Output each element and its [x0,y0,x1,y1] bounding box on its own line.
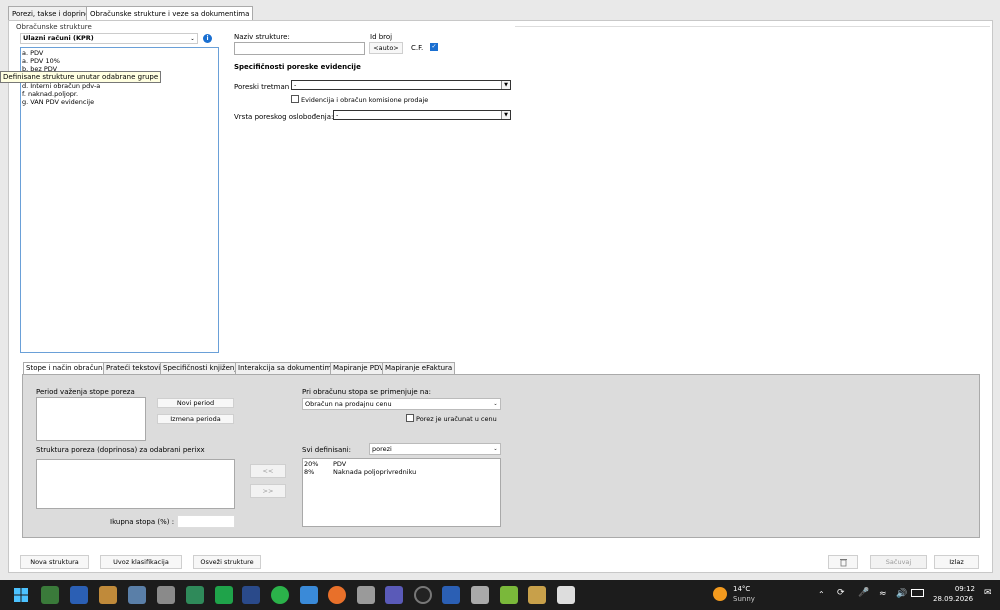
rate-value: 20% [304,460,319,468]
move-right-button[interactable]: >> [250,484,286,498]
app-icon[interactable] [41,586,59,604]
wifi-icon[interactable]: ≈ [879,589,887,599]
name-input[interactable] [234,42,365,55]
uracunat-checkbox[interactable] [406,414,414,422]
sun-icon [713,587,727,601]
section-title: Specifičnosti poreske evidencije [234,63,361,71]
chevron-down-icon: ⌄ [491,444,500,454]
group-selector-value: Ulazni računi (KPR) [23,34,94,42]
app-icon[interactable] [242,586,260,604]
ukupna-stopa-field [177,515,235,528]
komisione-checkbox[interactable] [291,95,299,103]
group-selector[interactable]: Ulazni računi (KPR) ⌄ [20,33,198,44]
group-label: Obračunske strukture [16,23,92,31]
clock-time: 09:12 [954,585,975,593]
tab-mapiranje-efaktura[interactable]: Mapiranje eFaktura [382,362,456,374]
clock-date: 28.09.2026 [933,595,974,603]
app-icon[interactable] [157,586,175,604]
primenjuje-value: Obračun na prodajnu cenu [305,400,392,408]
app-icon[interactable] [471,586,489,604]
period-list[interactable] [36,397,146,441]
izmena-perioda-button[interactable]: Izmena perioda [157,414,234,424]
app-icon[interactable] [528,586,546,604]
tooltip: Definisane strukture unutar odabrane gru… [0,71,162,83]
novi-period-button[interactable]: Novi period [157,398,234,408]
save-app-icon[interactable] [70,586,88,604]
osvezi-strukture-button[interactable]: Osveži strukture [193,555,261,569]
chevron-down-icon: ⌄ [188,34,197,43]
app-icon[interactable] [557,586,575,604]
svi-definisani-select[interactable]: porezi ⌄ [369,443,501,455]
auto-id-button[interactable]: <auto> [369,42,403,54]
tab-stope[interactable]: Stope i način obračuna [23,362,110,374]
chat-app-icon[interactable] [271,586,289,604]
izlaz-button[interactable]: Izlaz [934,555,979,569]
trash-icon [839,559,847,567]
tab-prateci-tekstovi[interactable]: Prateći tekstovi [103,362,164,374]
rate-name: Naknada poljoprivredniku [333,468,417,476]
weather-text: Sunny [733,595,755,603]
oslobodjenje-select[interactable]: - ▼ [333,110,511,120]
list-item[interactable]: a. PDV [22,49,43,57]
uvoz-klasifikacija-button[interactable]: Uvoz klasifikacija [100,555,182,569]
tab-obracunske-strukture[interactable]: Obračunske strukture i veze sa dokumenti… [86,6,254,21]
cf-checkbox[interactable]: ✓ [430,43,438,51]
sync-icon[interactable]: ⟳ [837,588,845,598]
uracunat-label: Porez je uračunat u cenu [416,415,497,423]
period-label: Period važenja stope poreza [36,388,135,396]
name-label: Naziv strukture: [234,33,290,41]
info-icon[interactable]: i [203,34,212,43]
tools-icon[interactable] [357,586,375,604]
dropdown-arrow-icon: ▼ [501,111,510,119]
app-icon[interactable] [128,586,146,604]
primenjuje-label: Pri obračunu stopa se primenjuje na: [302,388,432,396]
list-item[interactable]: f. naknad.poljopr. [22,90,78,98]
oslobodjenje-value: - [336,111,339,119]
list-item[interactable]: a. PDV 10% [22,57,60,65]
nova-struktura-button[interactable]: Nova struktura [20,555,89,569]
id-label: Id broj [370,33,393,41]
rate-value: 8% [304,468,315,476]
app-icon[interactable] [186,586,204,604]
windows-start-icon[interactable] [14,588,28,602]
app-icon[interactable] [414,586,432,604]
sacuvaj-button[interactable]: Sačuvaj [870,555,927,569]
app-icon[interactable] [442,586,460,604]
dropdown-arrow-icon: ▼ [501,81,510,89]
tretman-select[interactable]: - ▼ [291,80,511,90]
battery-icon[interactable] [911,589,924,597]
struktura-label: Struktura poreza (doprinosa) za odabrani… [36,446,205,454]
temperature: 14°C [733,585,751,593]
app-icon[interactable] [99,586,117,604]
tab-specificnosti-knjizenja[interactable]: Specifičnosti knjiženja [160,362,244,374]
tretman-value: - [294,81,297,89]
svi-definisani-value: porezi [372,445,392,453]
svi-definisani-label: Svi definisani: [302,446,351,454]
app-icon[interactable] [500,586,518,604]
app-icon[interactable] [215,586,233,604]
tab-interakcija[interactable]: Interakcija sa dokumentima [235,362,339,374]
mic-icon[interactable]: 🎤 [858,588,869,598]
ukupna-stopa-label: Ikupna stopa (%) : [110,518,175,526]
chevron-up-icon[interactable]: ⌃ [818,590,825,599]
divider [515,26,990,27]
bell-icon[interactable]: ✉ [984,588,992,598]
rate-name: PDV [333,460,347,468]
tretman-label: Poreski tretman [234,83,290,91]
struktura-list[interactable] [36,459,235,509]
app-icon[interactable] [300,586,318,604]
list-item[interactable]: g. VAN PDV evidencije [22,98,94,106]
speaker-icon[interactable]: 🔊 [896,589,907,599]
komisione-label: Evidencija i obračun komisione prodaje [301,96,429,104]
primenjuje-select[interactable]: Obračun na prodajnu cenu ⌄ [302,398,501,410]
teams-icon[interactable] [385,586,403,604]
delete-button[interactable] [828,555,858,569]
chevron-down-icon: ⌄ [491,399,500,409]
oslobodjenje-label: Vrsta poreskog oslobođenja: [234,113,334,121]
move-left-button[interactable]: << [250,464,286,478]
firefox-icon[interactable] [328,586,346,604]
tab-mapiranje-pdv[interactable]: Mapiranje PDV [330,362,388,374]
cf-label: C.F. [411,44,424,52]
list-item[interactable]: d. Interni obračun pdv-a [22,82,100,90]
